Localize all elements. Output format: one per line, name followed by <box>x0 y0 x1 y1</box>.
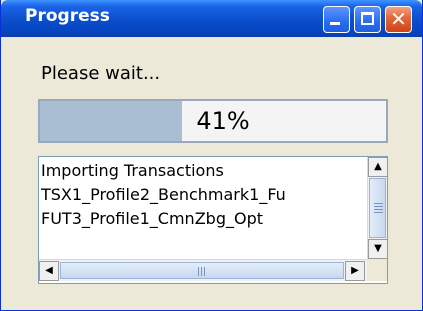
grip-line <box>374 203 383 204</box>
list-item[interactable]: FUT3_Profile1_CmnZbg_Opt <box>41 207 361 231</box>
left-arrow-icon: ◀ <box>45 265 53 276</box>
scrollbar-corner <box>367 259 387 281</box>
status-label: Please wait... <box>41 63 161 84</box>
close-icon: ✕ <box>390 7 407 31</box>
grip-line <box>374 212 383 213</box>
maximize-icon <box>361 12 374 25</box>
up-arrow-icon: ▲ <box>374 161 382 172</box>
scroll-down-button[interactable]: ▼ <box>368 239 387 259</box>
scroll-right-button[interactable]: ▶ <box>345 261 365 281</box>
scroll-up-button[interactable]: ▲ <box>368 157 387 177</box>
progress-percent: 41% <box>196 107 250 135</box>
minimize-icon <box>330 22 340 25</box>
horizontal-scrollbar[interactable]: ◀ ▶ <box>39 259 367 281</box>
log-listbox[interactable]: Importing Transactions TSX1_Profile2_Ben… <box>38 156 388 284</box>
horizontal-scroll-thumb[interactable] <box>60 262 344 279</box>
grip-line <box>374 206 383 207</box>
progress-window: Progress ✕ Please wait... 41% Importing … <box>0 0 423 311</box>
window-title: Progress <box>25 6 110 26</box>
close-button[interactable]: ✕ <box>385 6 412 33</box>
list-item[interactable]: TSX1_Profile2_Benchmark1_Fu <box>41 183 361 207</box>
down-arrow-icon: ▼ <box>374 243 382 254</box>
title-bar[interactable]: Progress ✕ <box>1 0 422 37</box>
list-item[interactable]: Importing Transactions <box>41 159 361 183</box>
scroll-left-button[interactable]: ◀ <box>39 261 59 281</box>
progress-bar: 41% <box>38 99 388 143</box>
grip-line <box>201 267 202 276</box>
grip-line <box>198 267 199 276</box>
vertical-scroll-thumb[interactable] <box>369 178 386 238</box>
maximize-button[interactable] <box>354 6 381 33</box>
vertical-scrollbar[interactable]: ▲ ▼ <box>367 157 387 259</box>
grip-line <box>374 209 383 210</box>
log-items: Importing Transactions TSX1_Profile2_Ben… <box>41 159 361 231</box>
grip-line <box>204 267 205 276</box>
minimize-button[interactable] <box>323 6 350 33</box>
right-arrow-icon: ▶ <box>351 265 359 276</box>
